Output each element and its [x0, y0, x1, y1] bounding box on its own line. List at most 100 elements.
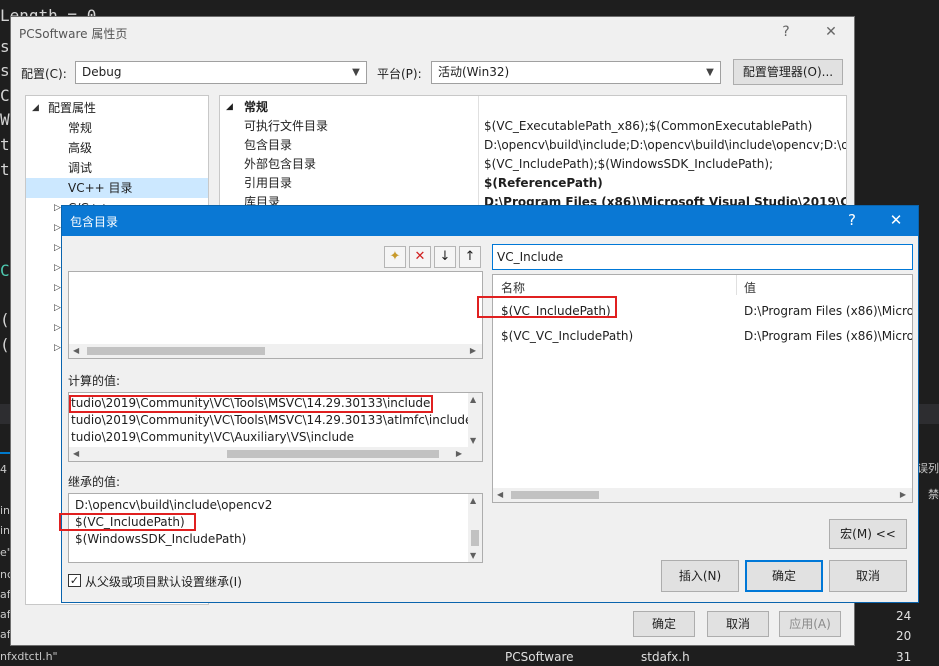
- configuration-select[interactable]: Debug ▼: [75, 61, 367, 84]
- inherited-value-label: 继承的值:: [68, 475, 121, 489]
- grid-row-value: $(VC_ExecutablePath_x86);$(CommonExecuta…: [484, 119, 813, 133]
- code-line: C: [0, 86, 10, 105]
- grid-row-key: 外部包含目录: [244, 157, 317, 171]
- column-header-name[interactable]: 名称: [501, 279, 525, 296]
- grid-row-executable-directories[interactable]: 可执行文件目录 $(VC_ExecutablePath_x86);$(Commo…: [220, 117, 846, 136]
- scroll-right-icon[interactable]: ▶: [470, 344, 476, 358]
- code-line: t: [0, 160, 10, 179]
- configuration-manager-button[interactable]: 配置管理器(O)...: [733, 59, 843, 85]
- help-button[interactable]: ?: [838, 211, 866, 229]
- cancel-button[interactable]: 取消: [707, 611, 769, 637]
- code-line: s: [0, 37, 10, 56]
- tree-item-advanced[interactable]: 高级: [26, 138, 208, 158]
- scroll-up-icon[interactable]: ▲: [470, 395, 476, 404]
- code-line: t: [0, 135, 10, 154]
- expander-icon[interactable]: ▷: [54, 338, 61, 358]
- background-line-number: 20: [896, 629, 912, 643]
- apply-button[interactable]: 应用(A): [779, 611, 841, 637]
- highlight-box: [477, 296, 617, 318]
- scroll-left-icon[interactable]: ◀: [73, 344, 79, 358]
- background-file-fragment: 4: [0, 463, 7, 476]
- macro-row-name[interactable]: $(VC_VC_IncludePath): [501, 329, 633, 343]
- evaluated-value-label: 计算的值:: [68, 374, 121, 388]
- property-grid: ◢ 常规 可执行文件目录 $(VC_ExecutablePath_x86);$(…: [219, 95, 847, 209]
- macro-filter-input[interactable]: VC_Include: [492, 244, 913, 270]
- scrollbar-thumb[interactable]: [471, 530, 479, 546]
- background-line-number: 31: [896, 650, 912, 664]
- scroll-down-icon[interactable]: ▼: [470, 551, 476, 560]
- column-header-value[interactable]: 值: [744, 279, 756, 296]
- horizontal-scrollbar[interactable]: ◀ ▶: [69, 447, 482, 461]
- insert-button[interactable]: 插入(N): [661, 560, 739, 592]
- ok-button[interactable]: 确定: [745, 560, 823, 592]
- macro-row-value[interactable]: D:\Program Files (x86)\Microsoft Visual …: [744, 304, 912, 318]
- horizontal-scrollbar[interactable]: ◀ ▶: [493, 488, 912, 502]
- platform-value: 活动(Win32): [438, 65, 510, 79]
- vertical-scrollbar[interactable]: ▲ ▼: [468, 393, 482, 447]
- grid-section-header[interactable]: ◢ 常规: [220, 98, 846, 117]
- background-tab-indicator: [0, 452, 10, 454]
- scroll-right-icon[interactable]: ▶: [900, 488, 906, 502]
- tree-item-debugging[interactable]: 调试: [26, 158, 208, 178]
- configuration-value: Debug: [82, 65, 122, 79]
- grid-row-include-directories[interactable]: 包含目录 D:\opencv\build\include;D:\opencv\b…: [220, 136, 846, 155]
- scroll-left-icon[interactable]: ◀: [73, 447, 79, 461]
- scroll-down-icon[interactable]: ▼: [470, 436, 476, 445]
- close-button[interactable]: ✕: [816, 22, 846, 42]
- horizontal-scrollbar[interactable]: ◀ ▶: [69, 344, 482, 358]
- expander-icon[interactable]: ▷: [54, 298, 61, 318]
- inherit-checkbox[interactable]: ✓: [68, 574, 81, 587]
- tree-item-label: 常规: [68, 121, 93, 135]
- grid-row-reference-directories[interactable]: 引用目录 $(ReferencePath): [220, 174, 846, 193]
- grid-row-external-include-directories[interactable]: 外部包含目录 $(VC_IncludePath);$(WindowsSDK_In…: [220, 155, 846, 174]
- background-right-fragment: 禁: [928, 488, 939, 501]
- scroll-up-icon[interactable]: ▲: [470, 496, 476, 505]
- macro-row-value[interactable]: D:\Program Files (x86)\Microsoft Visual …: [744, 329, 912, 343]
- inherit-checkbox-label[interactable]: 从父级或项目默认设置继承(I): [85, 573, 242, 590]
- code-line: W: [0, 110, 10, 129]
- tree-item-label: VC++ 目录: [68, 181, 133, 195]
- code-line: s: [0, 61, 10, 80]
- inherited-line: $(WindowsSDK_IncludePath): [75, 532, 247, 546]
- move-down-icon[interactable]: ↓: [434, 246, 456, 268]
- column-divider[interactable]: [736, 275, 737, 295]
- move-up-icon[interactable]: ↑: [459, 246, 481, 268]
- macros-toggle-button[interactable]: 宏(M) <<: [829, 519, 907, 549]
- expander-icon[interactable]: ◢: [32, 98, 39, 118]
- scroll-left-icon[interactable]: ◀: [497, 488, 503, 502]
- chevron-down-icon: ▼: [352, 67, 360, 78]
- tree-item-label: 配置属性: [48, 101, 97, 115]
- scrollbar-thumb[interactable]: [227, 450, 439, 458]
- background-file-fragment: in: [0, 524, 11, 537]
- scrollbar-thumb[interactable]: [511, 491, 599, 499]
- tree-item-label: 高级: [68, 141, 93, 155]
- delete-icon[interactable]: ✕: [409, 246, 431, 268]
- grid-row-key: 可执行文件目录: [244, 119, 329, 133]
- help-button[interactable]: ?: [771, 22, 801, 42]
- chevron-down-icon: ▼: [706, 67, 714, 78]
- expander-icon[interactable]: ▷: [54, 258, 61, 278]
- cancel-button[interactable]: 取消: [829, 560, 907, 592]
- platform-select[interactable]: 活动(Win32) ▼: [431, 61, 721, 84]
- scroll-right-icon[interactable]: ▶: [456, 447, 462, 461]
- tree-item-label: 调试: [68, 161, 93, 175]
- grid-row-value: D:\opencv\build\include;D:\opencv\build\…: [484, 138, 846, 152]
- vertical-scrollbar[interactable]: ▲ ▼: [468, 494, 482, 562]
- close-button[interactable]: ✕: [882, 211, 910, 229]
- highlight-box: [69, 395, 433, 413]
- scrollbar-thumb[interactable]: [87, 347, 265, 355]
- collapse-icon[interactable]: ◢: [226, 98, 233, 117]
- code-line: (: [0, 335, 10, 354]
- expander-icon[interactable]: ▷: [54, 238, 61, 258]
- expander-icon[interactable]: ▷: [54, 318, 61, 338]
- tree-item-configuration-properties[interactable]: ◢ 配置属性: [26, 98, 208, 118]
- ok-button[interactable]: 确定: [633, 611, 695, 637]
- tree-item-general[interactable]: 常规: [26, 118, 208, 138]
- expander-icon[interactable]: ▷: [54, 278, 61, 298]
- background-file-name: stdafx.h: [641, 650, 690, 664]
- tree-item-vc-directories[interactable]: VC++ 目录: [26, 178, 208, 198]
- expander-icon[interactable]: ▷: [54, 198, 61, 218]
- expander-icon[interactable]: ▷: [54, 218, 61, 238]
- directory-list-editor[interactable]: ◀ ▶: [68, 271, 483, 359]
- new-line-icon[interactable]: ✦: [384, 246, 406, 268]
